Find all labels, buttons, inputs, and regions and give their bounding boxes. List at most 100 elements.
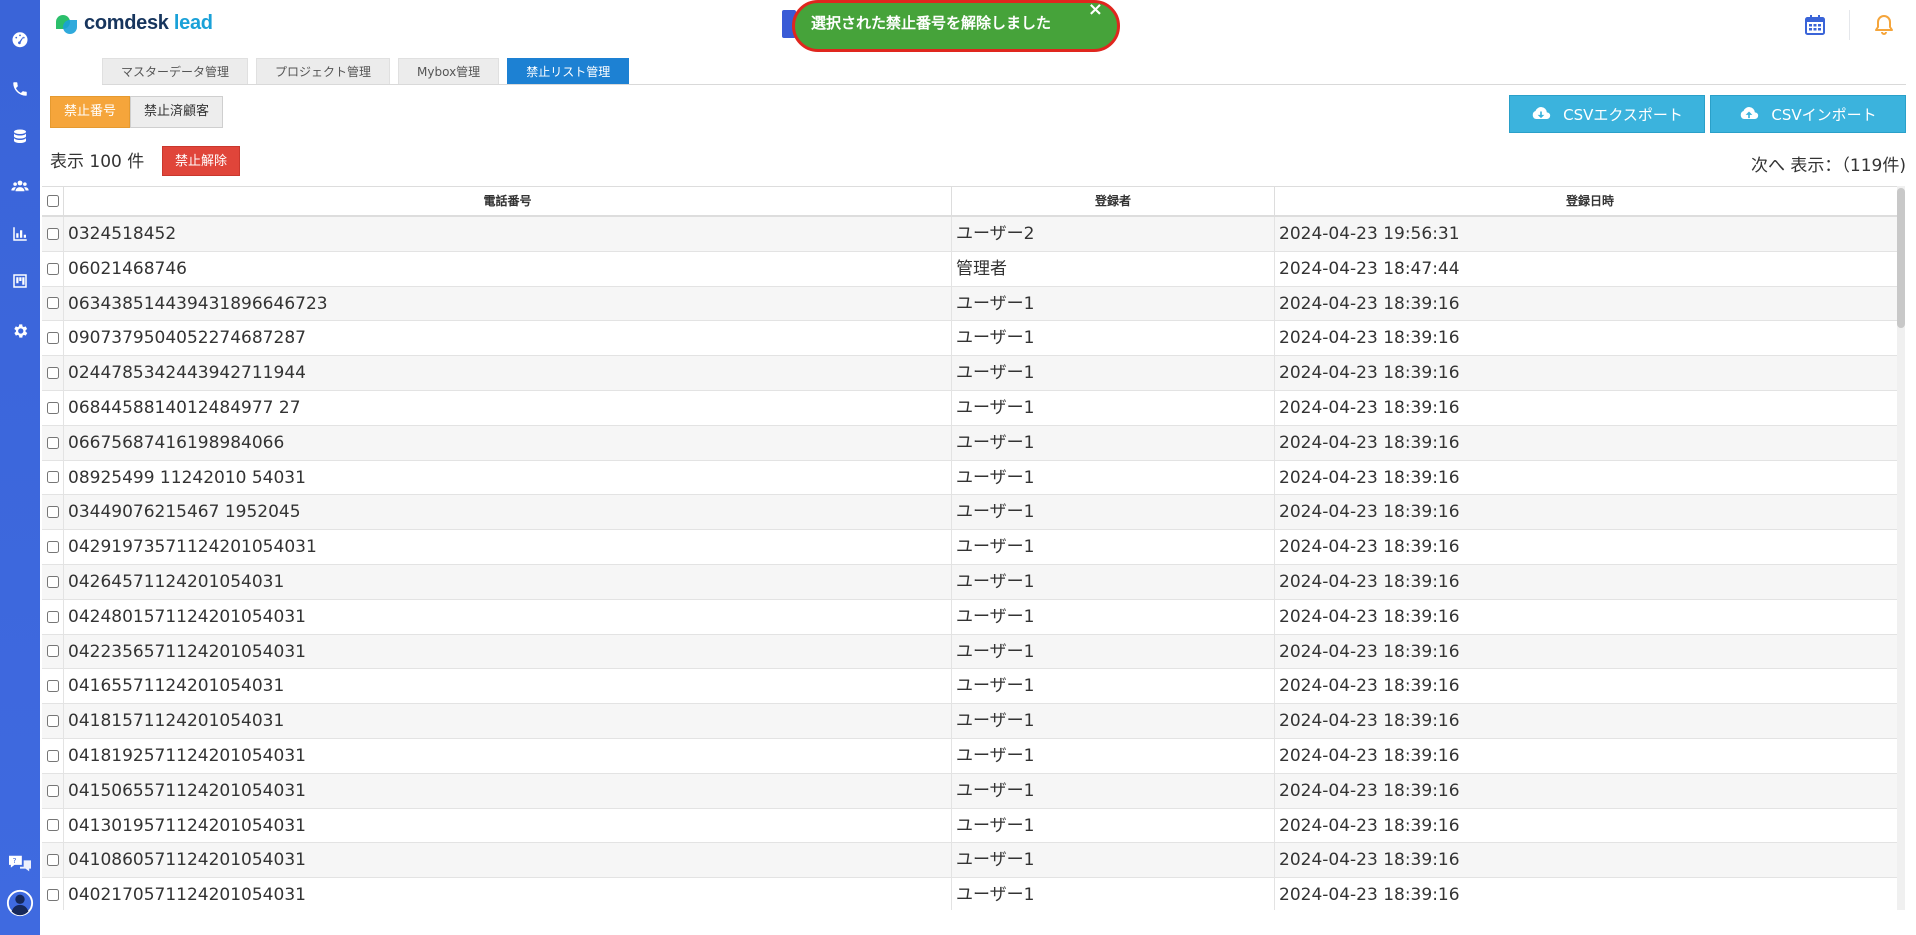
app-logo[interactable]: comdesk lead bbox=[56, 12, 213, 35]
tab-blocklist[interactable]: 禁止リスト管理 bbox=[507, 58, 630, 84]
row-checkbox-cell bbox=[42, 391, 63, 425]
row-checkbox[interactable] bbox=[46, 332, 59, 345]
table-row[interactable]: 0413019571124201054031 ユーザー1 2024-04-23 18… bbox=[42, 808, 1905, 844]
toast-message: 選択された禁止番号を解除しました bbox=[811, 14, 1052, 32]
row-checkbox-cell bbox=[42, 635, 63, 669]
row-checkbox-cell bbox=[42, 495, 63, 529]
table-row[interactable]: 06675687416198984066 ユーザー1 2024-04-23 18:3… bbox=[42, 425, 1905, 461]
table-row[interactable]: 03449076215467 1952045 ユーザー1 2024-04-23 18… bbox=[42, 495, 1905, 531]
table-row[interactable]: 0907379504052274687287 ユーザー1 2024-04-23 18… bbox=[42, 321, 1905, 357]
registrant-cell: ユーザー1 bbox=[951, 390, 1274, 425]
users-icon[interactable] bbox=[8, 174, 32, 198]
settings-icon[interactable] bbox=[8, 319, 32, 343]
unblock-button[interactable]: 禁止解除 bbox=[162, 146, 240, 176]
registrant-cell: ユーザー1 bbox=[951, 878, 1274, 910]
registrant-cell: 管理者 bbox=[951, 251, 1274, 286]
row-checkbox[interactable] bbox=[46, 367, 59, 380]
cloud-upload-icon bbox=[1741, 107, 1759, 119]
table-row[interactable]: 0415065571124201054031 ユーザー1 2024-04-23 18… bbox=[42, 773, 1905, 809]
scrollbar-thumb[interactable] bbox=[1897, 188, 1905, 328]
row-checkbox[interactable] bbox=[46, 575, 59, 588]
row-checkbox[interactable] bbox=[46, 262, 59, 275]
phone-cell: 0422356571124201054031 bbox=[63, 634, 951, 669]
row-checkbox[interactable] bbox=[46, 645, 59, 658]
phone-cell: 0415065571124201054031 bbox=[63, 773, 951, 808]
row-checkbox[interactable] bbox=[46, 889, 59, 902]
registrant-cell: ユーザー1 bbox=[951, 286, 1274, 321]
table-row[interactable]: 06021468746 管理者 2024-04-23 18:47:44 bbox=[42, 251, 1905, 287]
phone-cell: 0244785342443942711944 bbox=[63, 356, 951, 390]
table-row[interactable]: 04291973571124201054031 ユーザー1 2024-04-23 1… bbox=[42, 530, 1905, 565]
phone-cell: 04165571124201054031 bbox=[63, 669, 951, 704]
kanban-icon[interactable] bbox=[8, 269, 32, 293]
tab-project[interactable]: プロジェクト管理 bbox=[256, 58, 391, 84]
table-row[interactable]: 04264571124201054031 ユーザー1 2024-04-23 18:3… bbox=[42, 564, 1905, 600]
row-checkbox[interactable] bbox=[46, 610, 59, 623]
row-checkbox[interactable] bbox=[46, 297, 59, 310]
registrant-cell: ユーザー2 bbox=[951, 217, 1274, 251]
row-checkbox[interactable] bbox=[46, 471, 59, 484]
csv-import-button[interactable]: CSVインポート bbox=[1710, 95, 1906, 133]
row-checkbox[interactable] bbox=[46, 506, 59, 519]
row-checkbox[interactable] bbox=[46, 819, 59, 832]
table-row[interactable]: 0418192571124201054031 ユーザー1 2024-04-23 18… bbox=[42, 738, 1905, 774]
phone-cell: 063438514439431896646723 bbox=[63, 286, 951, 321]
table-row[interactable]: 04165571124201054031 ユーザー1 2024-04-23 18:3… bbox=[42, 669, 1905, 705]
csv-import-label: CSVインポート bbox=[1771, 105, 1877, 124]
row-checkbox[interactable] bbox=[46, 715, 59, 728]
row-checkbox-cell bbox=[42, 809, 63, 843]
table-scrollbar[interactable] bbox=[1897, 186, 1905, 910]
row-checkbox[interactable] bbox=[46, 227, 59, 240]
tab-mybox[interactable]: Mybox管理 bbox=[398, 58, 500, 84]
table-row[interactable]: 063438514439431896646723 ユーザー1 2024-04-23 … bbox=[42, 286, 1905, 322]
table-row[interactable]: 0422356571124201054031 ユーザー1 2024-04-23 18… bbox=[42, 634, 1905, 670]
admin-tabs: マスターデータ管理 プロジェクト管理 Mybox管理 禁止リスト管理 bbox=[102, 58, 630, 84]
table-row[interactable]: 04181571124201054031 ユーザー1 2024-04-23 18:3… bbox=[42, 704, 1905, 739]
phone-cell: 0907379504052274687287 bbox=[63, 321, 951, 356]
phone-icon[interactable] bbox=[8, 77, 32, 101]
blocked-numbers-button[interactable]: 禁止番号 bbox=[50, 96, 131, 128]
svg-text:?: ? bbox=[13, 856, 17, 865]
row-checkbox[interactable] bbox=[46, 541, 59, 554]
chart-icon[interactable] bbox=[8, 222, 32, 246]
row-checkbox-cell bbox=[42, 669, 63, 703]
table-row[interactable]: 0684458814012484977 27 ユーザー1 2024-04-23 18… bbox=[42, 390, 1905, 426]
page-size-label: 表示 100 件 bbox=[50, 152, 145, 172]
row-checkbox[interactable] bbox=[46, 854, 59, 867]
header-phone[interactable]: 電話番号 bbox=[63, 187, 951, 215]
row-checkbox[interactable] bbox=[46, 749, 59, 762]
tab-master-data[interactable]: マスターデータ管理 bbox=[102, 58, 249, 84]
table-row[interactable]: 0324518452 ユーザー2 2024-04-23 19:56:31 bbox=[42, 217, 1905, 252]
dashboard-icon[interactable] bbox=[8, 27, 32, 51]
registrant-cell: ユーザー1 bbox=[951, 843, 1274, 878]
table-row[interactable]: 08925499 11242010 54031 ユーザー1 2024-04-23 1… bbox=[42, 460, 1905, 496]
row-checkbox[interactable] bbox=[46, 680, 59, 693]
header-registrant[interactable]: 登録者 bbox=[951, 187, 1274, 215]
datetime-cell: 2024-04-23 18:39:16 bbox=[1274, 460, 1905, 495]
chat-help-icon[interactable]: ? bbox=[5, 852, 35, 876]
select-all-checkbox[interactable] bbox=[46, 195, 59, 207]
header-datetime[interactable]: 登録日時 bbox=[1274, 187, 1905, 215]
toast-close-icon[interactable]: × bbox=[1088, 1, 1103, 19]
row-checkbox-cell bbox=[42, 426, 63, 460]
select-all-cell bbox=[42, 187, 63, 215]
datetime-cell: 2024-04-23 18:39:16 bbox=[1274, 704, 1905, 738]
row-checkbox[interactable] bbox=[46, 436, 59, 449]
table-body: 0324518452 ユーザー2 2024-04-23 19:56:31 060214… bbox=[42, 217, 1905, 910]
row-checkbox[interactable] bbox=[46, 401, 59, 414]
profile-icon[interactable] bbox=[5, 888, 35, 918]
table-row[interactable]: 0402170571124201054031 ユーザー1 2024-04-23 18… bbox=[42, 878, 1905, 910]
datetime-cell: 2024-04-23 18:39:16 bbox=[1274, 530, 1905, 564]
datetime-cell: 2024-04-23 18:39:16 bbox=[1274, 286, 1905, 321]
csv-export-button[interactable]: CSVエクスポート bbox=[1509, 95, 1705, 133]
table-row[interactable]: 0410860571124201054031 ユーザー1 2024-04-23 18… bbox=[42, 843, 1905, 879]
row-checkbox[interactable] bbox=[46, 784, 59, 797]
calendar-icon[interactable] bbox=[1801, 11, 1829, 39]
table-row[interactable]: 0424801571124201054031 ユーザー1 2024-04-23 18… bbox=[42, 599, 1905, 635]
table-row[interactable]: 0244785342443942711944 ユーザー1 2024-04-23 18… bbox=[42, 356, 1905, 391]
pagination-info[interactable]: 次へ 表示：（119件) bbox=[1751, 151, 1906, 176]
database-icon[interactable] bbox=[8, 125, 32, 149]
sidebar: ? bbox=[0, 0, 40, 935]
blocked-customers-button[interactable]: 禁止済顧客 bbox=[130, 96, 224, 128]
bell-icon[interactable] bbox=[1870, 11, 1898, 39]
